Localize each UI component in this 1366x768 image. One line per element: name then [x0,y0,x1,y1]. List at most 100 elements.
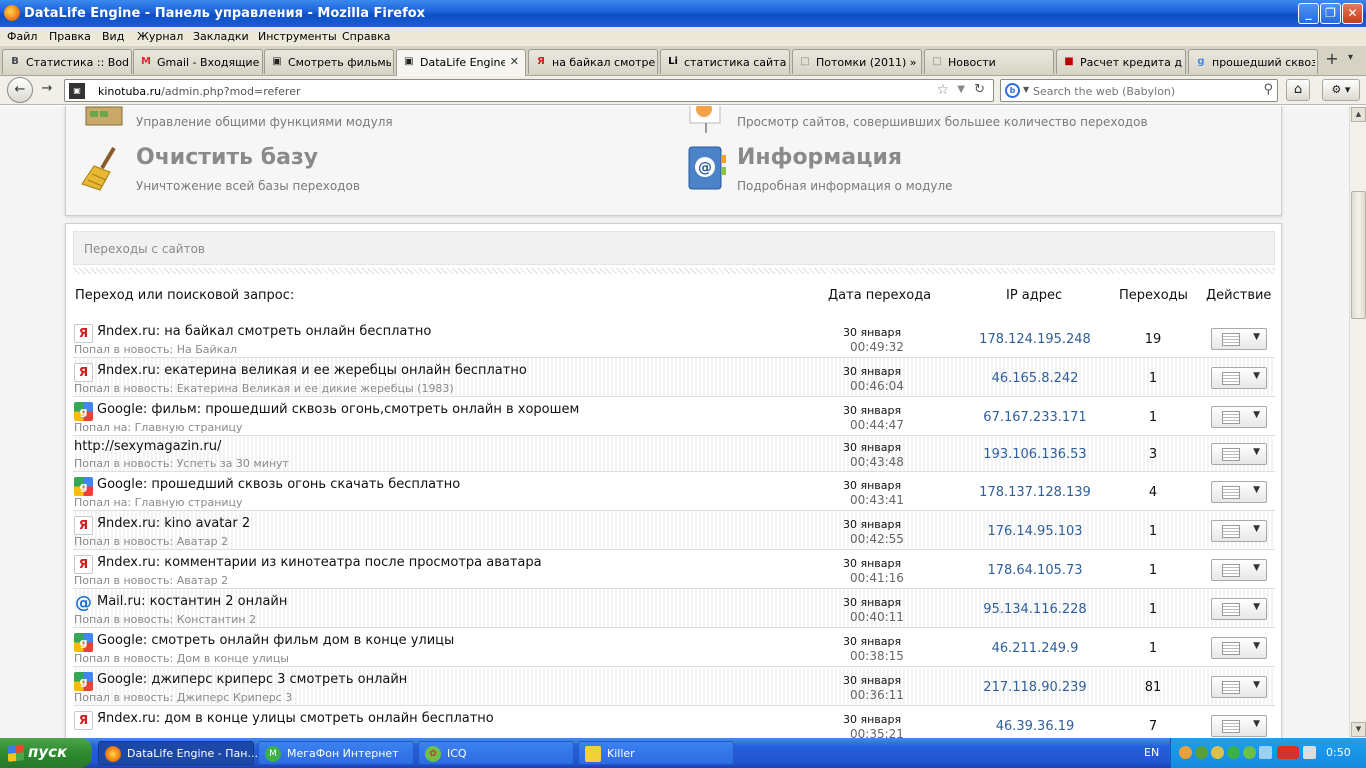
new-tab-button[interactable]: + [1322,49,1342,69]
menu-bookmarks[interactable]: Закладки [193,30,249,43]
menu-view[interactable]: Вид [102,30,124,43]
referrer-query[interactable]: Яndex.ru: екатерина великая и ее жеребцы… [97,363,527,378]
tray-app-icon[interactable] [1243,746,1256,759]
search-icon[interactable]: ⚲ [1263,82,1273,97]
scroll-down-icon[interactable]: ▼ [1351,722,1366,737]
tray-app-icon[interactable] [1211,746,1224,759]
action-dropdown[interactable]: ▼ [1211,406,1267,428]
ip-address[interactable]: 178.124.195.248 [941,332,1129,347]
option-title[interactable]: Информация [737,145,902,170]
ip-address[interactable]: 176.14.95.103 [941,524,1129,539]
referrer-query[interactable]: Google: смотреть онлайн фильм дом в конц… [97,633,454,648]
referrer-query[interactable]: Яndex.ru: kino avatar 2 [97,516,250,531]
visit-time: 00:44:47 [850,418,904,432]
tab-gmail[interactable]: M Gmail - Входящие (... [133,49,263,74]
referrer-url[interactable]: http://sexymagazin.ru/ [74,439,221,454]
ip-address[interactable]: 193.106.136.53 [941,447,1129,462]
search-input[interactable] [1033,83,1253,99]
scroll-up-icon[interactable]: ▲ [1351,107,1366,122]
ip-address[interactable]: 178.137.128.139 [941,485,1129,500]
tab-liveinternet[interactable]: Li статистика сайта ... [660,49,790,74]
taskbar-item-icq[interactable]: ✿ ICQ [418,741,574,765]
menu-file[interactable]: Файл [7,30,37,43]
ip-address[interactable]: 95.134.116.228 [941,602,1129,617]
referrer-query[interactable]: Яndex.ru: дом в конце улицы смотреть онл… [97,711,494,726]
tab-credit[interactable]: ■ Расчет кредита д... [1056,49,1186,74]
page-icon: □ [932,56,942,67]
referrer-query[interactable]: Google: фильм: прошедший сквозь огонь,см… [97,402,579,417]
language-indicator[interactable]: EN [1144,746,1159,759]
action-dropdown[interactable]: ▼ [1211,443,1267,465]
forward-button[interactable]: → [36,79,58,101]
menu-edit[interactable]: Правка [49,30,91,43]
start-button[interactable]: пуск [0,738,92,768]
option-title[interactable]: Очистить базу [136,145,318,170]
addons-button[interactable]: ⚙ ▾ [1322,79,1360,101]
list-icon [1222,486,1240,499]
action-dropdown[interactable]: ▼ [1211,520,1267,542]
tray-app-icon[interactable] [1179,746,1192,759]
ip-address[interactable]: 178.64.105.73 [941,563,1129,578]
engine-dropdown-icon[interactable]: ▼ [1023,85,1029,94]
tab-news[interactable]: □ Новости [924,49,1054,74]
action-dropdown[interactable]: ▼ [1211,598,1267,620]
url-bar[interactable]: ▣ kinotuba.ru/admin.php?mod=referer ☆ ▼ … [64,79,994,102]
tab-google-search[interactable]: g прошедший сквоз... [1188,49,1318,74]
vertical-scrollbar[interactable]: ▲ ▼ [1349,106,1366,738]
close-button[interactable]: ✕ [1342,3,1363,24]
ip-address[interactable]: 46.165.8.242 [941,371,1129,386]
volume-icon[interactable] [1303,746,1316,759]
tray-app-icon[interactable] [1195,746,1208,759]
minimize-button[interactable]: _ [1298,3,1319,24]
menu-help[interactable]: Справка [342,30,390,43]
referrer-query[interactable]: Mail.ru: костантин 2 онлайн [97,594,287,609]
search-box[interactable]: b ▼ ⚲ [1000,79,1278,102]
history-dropdown-icon[interactable]: ▼ [957,84,965,95]
action-dropdown[interactable]: ▼ [1211,676,1267,698]
maximize-button[interactable]: ❐ [1320,3,1341,24]
taskbar-item-firefox[interactable]: DataLife Engine - Пан... [98,741,258,765]
bookmark-star-icon[interactable]: ☆ [936,82,949,98]
tab-close-icon[interactable]: ✕ [510,55,519,68]
ip-address[interactable]: 217.118.90.239 [941,680,1129,695]
network-icon[interactable] [1259,746,1272,759]
referrer-query[interactable]: Яndex.ru: комментарии из кинотеатра посл… [97,555,542,570]
antivirus-icon[interactable] [1277,746,1299,759]
action-dropdown[interactable]: ▼ [1211,367,1267,389]
tab-label: Статистика :: Bod... [26,56,129,69]
landing-page: Попал на: Главную страницу [74,496,243,509]
option-description: Просмотр сайтов, совершивших большее кол… [737,115,1148,129]
taskbar-item-killer[interactable]: Killer [578,741,734,765]
list-icon [1222,603,1240,616]
scrollbar-thumb[interactable] [1351,191,1366,319]
referrer-query[interactable]: Яndex.ru: на байкал смотреть онлайн бесп… [97,324,431,339]
reload-icon[interactable]: ↻ [974,82,985,97]
back-button[interactable]: ← [7,77,33,103]
referrer-query[interactable]: Google: прошедший сквозь огонь скачать б… [97,477,460,492]
tab-list-button[interactable]: ▾ [1348,52,1362,66]
visit-count: 4 [1148,485,1158,500]
tray-app-icon[interactable] [1227,746,1240,759]
babylon-icon[interactable]: b [1005,83,1020,98]
visit-date: 30 января [843,518,902,531]
ip-address[interactable]: 46.39.36.19 [941,719,1129,734]
tab-datalife[interactable]: ▣ DataLife Engine ... ✕ [396,49,526,76]
action-dropdown[interactable]: ▼ [1211,715,1267,737]
home-button[interactable]: ⌂ [1286,79,1310,101]
referrer-query[interactable]: Google: джиперс криперс 3 смотреть онлай… [97,672,407,687]
tab-statistics[interactable]: B Статистика :: Bod... [2,49,132,74]
tab-baikal[interactable]: Я на байкал смотрет... [528,49,658,74]
ip-address[interactable]: 67.167.233.171 [941,410,1129,425]
tab-potomki[interactable]: □ Потомки (2011) » ... [792,49,922,74]
menu-tools[interactable]: Инструменты [258,30,337,43]
tab-movies[interactable]: ▣ Смотреть фильмы ... [264,49,394,74]
taskbar-item-megafon[interactable]: M МегаФон Интернет [258,741,414,765]
table-row: Я Яndex.ru: дом в конце улицы смотреть о… [73,706,1275,738]
action-dropdown[interactable]: ▼ [1211,328,1267,350]
address-book-icon: @ [688,146,726,190]
action-dropdown[interactable]: ▼ [1211,637,1267,659]
ip-address[interactable]: 46.211.249.9 [941,641,1129,656]
action-dropdown[interactable]: ▼ [1211,481,1267,503]
action-dropdown[interactable]: ▼ [1211,559,1267,581]
menu-history[interactable]: Журнал [137,30,183,43]
